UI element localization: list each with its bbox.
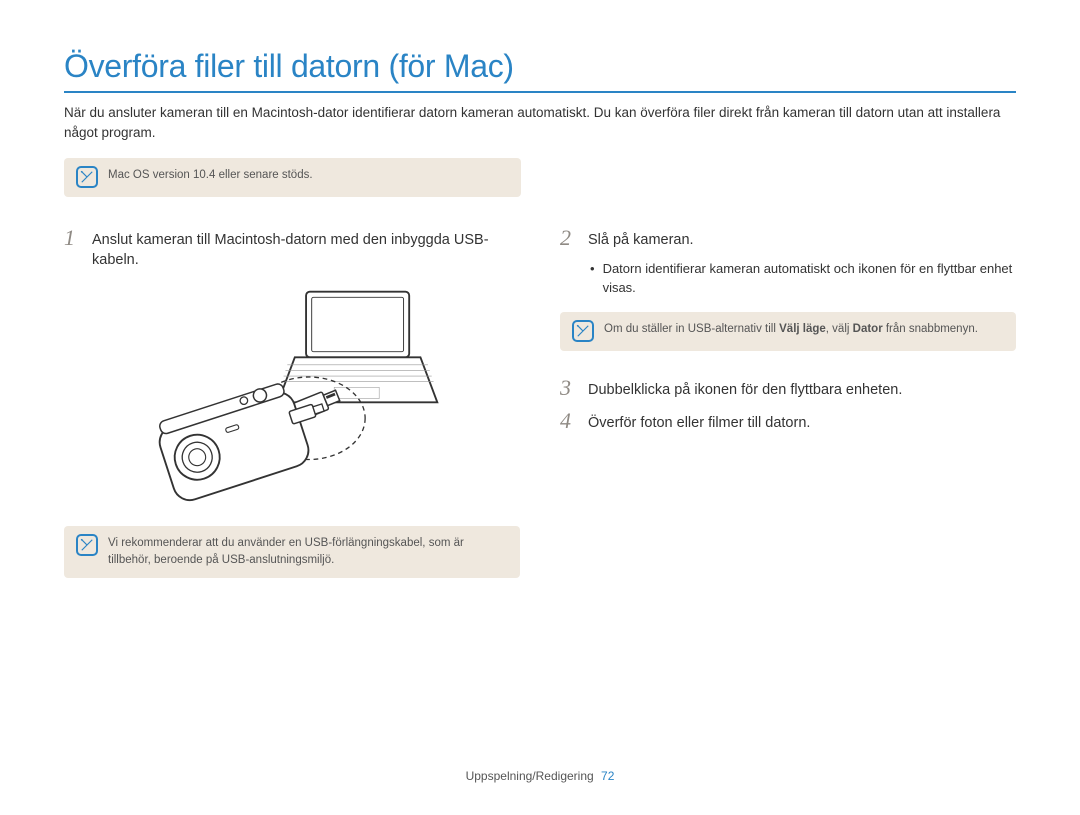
right-column: 2 Slå på kameran. Datorn identifierar ka…: [560, 227, 1016, 578]
step-2-bullet: Datorn identifierar kameran automatiskt …: [590, 260, 1016, 298]
step-number: 1: [64, 227, 82, 249]
note-left-text: Vi rekommenderar att du använder en USB-…: [108, 535, 508, 568]
note-icon: [76, 534, 98, 556]
note-right-mid: Om du ställer in USB-alternativ till Väl…: [560, 312, 1016, 351]
step-text: Anslut kameran till Macintosh-datorn med…: [92, 227, 520, 271]
step-number: 3: [560, 377, 578, 399]
bullet-text: Datorn identifierar kameran automatiskt …: [603, 260, 1016, 298]
note-left-bottom: Vi rekommenderar att du använder en USB-…: [64, 526, 520, 577]
note-top-text: Mac OS version 10.4 eller senare stöds.: [108, 167, 313, 184]
note-fragment: , välj: [826, 323, 853, 335]
left-column: 1 Anslut kameran till Macintosh-datorn m…: [64, 227, 520, 578]
step-4: 4 Överför foton eller filmer till datorn…: [560, 410, 1016, 433]
step-3: 3 Dubbelklicka på ikonen för den flyttba…: [560, 377, 1016, 400]
step-number: 4: [560, 410, 578, 432]
note-icon: [76, 166, 98, 188]
intro-paragraph: När du ansluter kameran till en Macintos…: [64, 103, 1016, 142]
step-text: Dubbelklicka på ikonen för den flyttbara…: [588, 377, 902, 400]
note-top: Mac OS version 10.4 eller senare stöds.: [64, 158, 521, 197]
manual-page: Överföra filer till datorn (för Mac) När…: [0, 0, 1080, 815]
note-fragment: Om du ställer in USB-alternativ till: [604, 323, 779, 335]
content-columns: 1 Anslut kameran till Macintosh-datorn m…: [64, 227, 1016, 578]
step-text: Slå på kameran.: [588, 227, 694, 250]
note-bold: Välj läge: [779, 323, 826, 335]
footer-page-number: 72: [601, 769, 614, 783]
usb-connection-illustration: [64, 287, 520, 503]
note-icon: [572, 320, 594, 342]
step-number: 2: [560, 227, 578, 249]
step-text: Överför foton eller filmer till datorn.: [588, 410, 810, 433]
note-fragment: från snabbmenyn.: [883, 323, 978, 335]
page-title: Överföra filer till datorn (för Mac): [64, 48, 1016, 93]
step-1: 1 Anslut kameran till Macintosh-datorn m…: [64, 227, 520, 271]
step-2: 2 Slå på kameran.: [560, 227, 1016, 250]
page-footer: Uppspelning/Redigering 72: [0, 769, 1080, 783]
footer-section-label: Uppspelning/Redigering: [466, 769, 594, 783]
note-bold: Dator: [853, 323, 883, 335]
note-right-text: Om du ställer in USB-alternativ till Väl…: [604, 321, 978, 338]
